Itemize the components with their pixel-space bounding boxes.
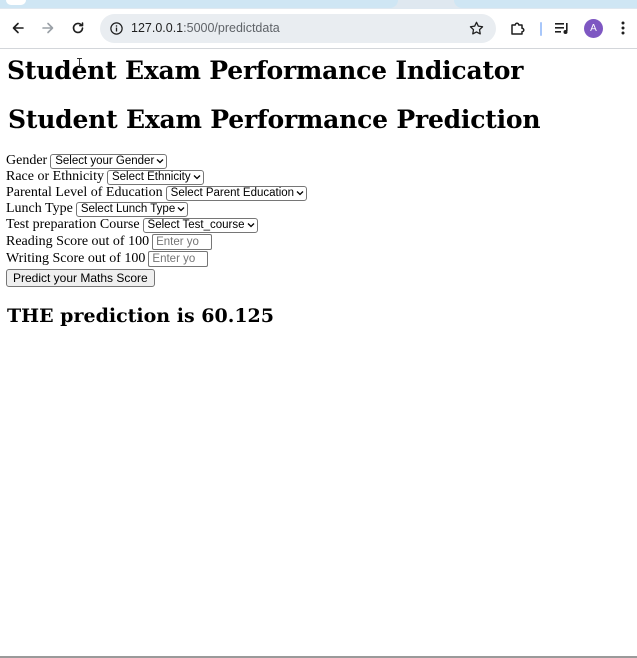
tab-strip xyxy=(0,0,637,9)
test-prep-label: Test preparation Course xyxy=(6,217,140,232)
browser-toolbar: 127.0.0.1:5000/predictdata A xyxy=(0,9,637,49)
reading-score-placeholder: Enter yo xyxy=(156,236,199,248)
toolbar-divider xyxy=(540,22,542,36)
parent-education-label: Parental Level of Education xyxy=(6,185,163,200)
tab-inactive-left[interactable] xyxy=(0,0,398,8)
reading-score-label: Reading Score out of 100 xyxy=(6,234,150,249)
parent-education-row: Parental Level of Education Select Paren… xyxy=(6,185,308,201)
writing-score-row: Writing Score out of 100 Enter yo xyxy=(6,251,209,267)
gender-row: Gender Select your Gender xyxy=(6,153,168,169)
address-bar[interactable]: 127.0.0.1:5000/predictdata xyxy=(100,14,496,43)
writing-score-label: Writing Score out of 100 xyxy=(6,251,146,266)
text-cursor-icon xyxy=(77,58,82,68)
reading-score-input[interactable]: Enter yo xyxy=(152,234,213,250)
back-button[interactable] xyxy=(7,17,29,39)
parent-education-select-value: Select Parent Education xyxy=(170,186,295,199)
reading-score-row: Reading Score out of 100 Enter yo xyxy=(6,234,213,250)
tab-inactive-right[interactable] xyxy=(454,0,637,8)
url-text[interactable]: 127.0.0.1:5000/predictdata xyxy=(131,20,280,37)
tab-favicon xyxy=(6,0,26,5)
gender-select[interactable]: Select your Gender xyxy=(50,153,168,169)
reload-button[interactable] xyxy=(67,17,89,39)
page-content: Student Exam Performance Indicator Stude… xyxy=(0,49,637,657)
lunch-row: Lunch Type Select Lunch Type xyxy=(6,201,189,217)
page-title-prediction: Student Exam Performance Prediction xyxy=(8,105,541,134)
back-icon xyxy=(12,22,24,34)
profile-avatar[interactable]: A xyxy=(584,19,603,38)
lunch-select-value: Select Lunch Type xyxy=(80,202,176,215)
parent-education-select[interactable]: Select Parent Education xyxy=(165,185,308,201)
ethnicity-select[interactable]: Select Ethnicity xyxy=(106,169,204,185)
writing-score-placeholder: Enter yo xyxy=(152,253,196,265)
bookmark-star-icon[interactable] xyxy=(468,20,485,37)
url-host: 127.0.0.1 xyxy=(131,21,184,35)
ethnicity-label: Race or Ethnicity xyxy=(6,169,104,184)
ethnicity-select-value: Select Ethnicity xyxy=(111,170,191,183)
ethnicity-row: Race or Ethnicity Select Ethnicity xyxy=(6,169,204,185)
lunch-label: Lunch Type xyxy=(6,201,73,216)
page-title-indicator: Student Exam Performance Indicator xyxy=(7,56,524,85)
extensions-icon[interactable] xyxy=(509,19,527,37)
chevron-down-icon xyxy=(177,207,185,212)
chevron-down-icon xyxy=(247,223,254,228)
test-prep-select-value: Select Test_course xyxy=(147,218,245,231)
forward-icon xyxy=(42,22,54,34)
chevron-down-icon xyxy=(296,191,304,196)
forward-button[interactable] xyxy=(37,17,59,39)
test-prep-select[interactable]: Select Test_course xyxy=(142,217,258,233)
predict-button[interactable]: Predict your Maths Score xyxy=(6,269,155,287)
gender-select-value: Select your Gender xyxy=(55,154,155,167)
gender-label: Gender xyxy=(6,153,48,168)
site-info-icon[interactable] xyxy=(109,21,124,36)
writing-score-input[interactable]: Enter yo xyxy=(148,251,209,267)
media-queue-icon[interactable] xyxy=(553,19,571,37)
reload-icon xyxy=(72,22,84,34)
url-path: :5000/predictdata xyxy=(183,21,280,35)
lunch-select[interactable]: Select Lunch Type xyxy=(75,201,189,217)
more-menu-icon[interactable] xyxy=(614,19,632,37)
chevron-down-icon xyxy=(193,175,201,180)
chevron-down-icon xyxy=(156,159,164,164)
prediction-result: THE prediction is 60.125 xyxy=(7,305,274,327)
test-prep-row: Test preparation Course Select Test_cour… xyxy=(6,217,258,233)
